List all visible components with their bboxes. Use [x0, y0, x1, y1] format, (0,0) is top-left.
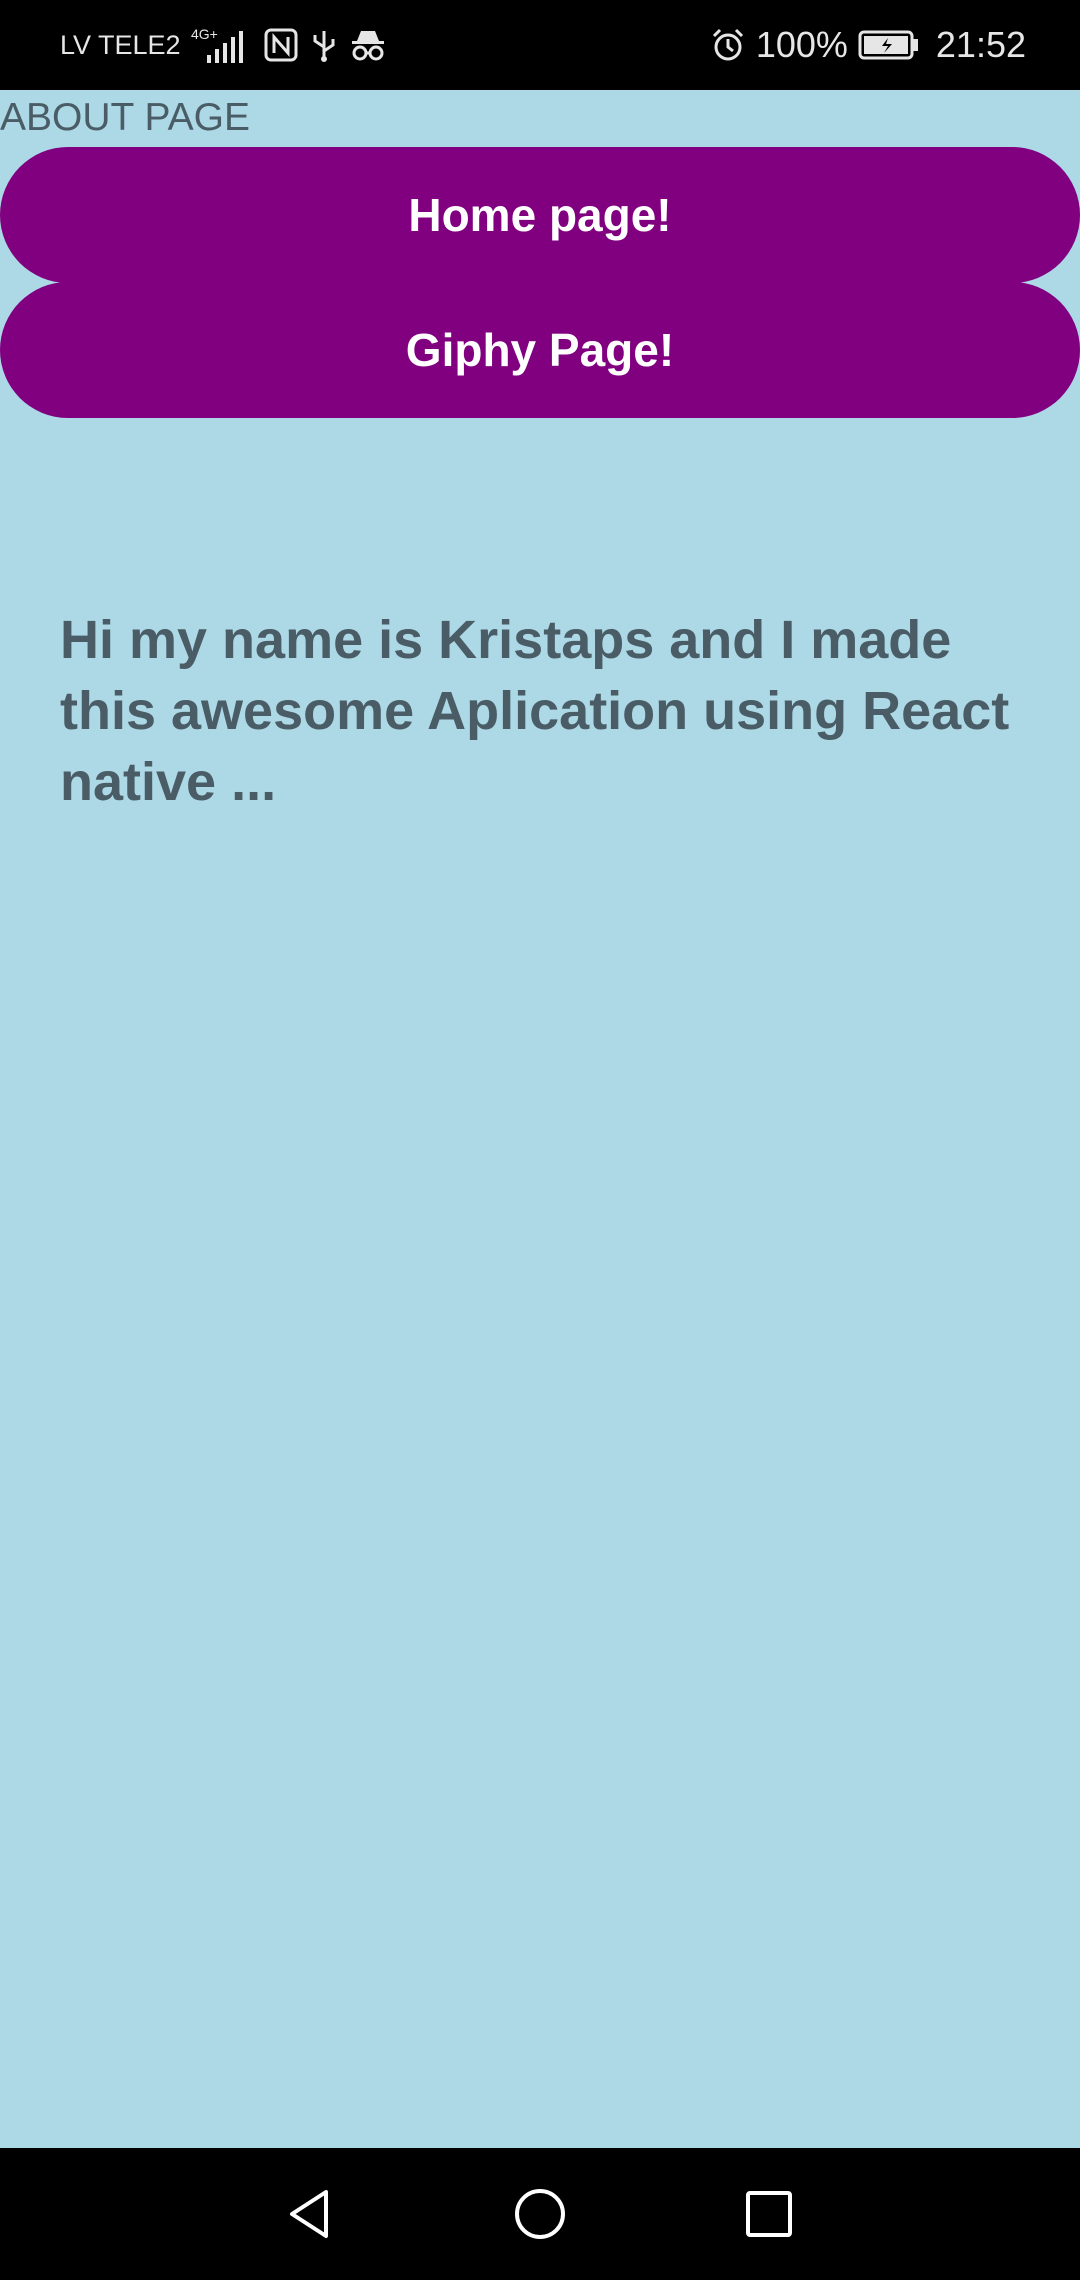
- page-title: ABOUT PAGE: [0, 96, 250, 139]
- status-left: LV TELE2 4G+: [60, 0, 387, 90]
- navigation-bar: [0, 2148, 1080, 2280]
- home-icon[interactable]: [474, 2148, 606, 2280]
- signal-icon: 4G+: [191, 25, 253, 65]
- alarm-icon: [710, 27, 746, 63]
- carrier-name: LV TELE2: [60, 29, 181, 60]
- home-page-button[interactable]: Home page!: [0, 147, 1080, 283]
- battery-charging-icon: [858, 29, 920, 61]
- network-type-label: 4G+: [191, 26, 218, 42]
- about-text: Hi my name is Kristaps and I made this a…: [60, 610, 1010, 812]
- battery-percent: 100%: [755, 24, 848, 65]
- nfc-icon: [263, 27, 299, 63]
- back-icon[interactable]: [244, 2148, 376, 2280]
- status-right: 100% 21:52: [710, 0, 1026, 90]
- about-screen: ABOUT PAGE Home page! Giphy Page! Hi my …: [0, 90, 1080, 2148]
- incognito-icon: [349, 27, 387, 63]
- clock: 21:52: [935, 24, 1026, 65]
- recent-apps-icon[interactable]: [703, 2148, 835, 2280]
- usb-icon: [309, 27, 339, 63]
- giphy-page-button[interactable]: Giphy Page!: [0, 282, 1080, 418]
- status-bar: LV TELE2 4G+ 100% 21:52: [0, 0, 1080, 90]
